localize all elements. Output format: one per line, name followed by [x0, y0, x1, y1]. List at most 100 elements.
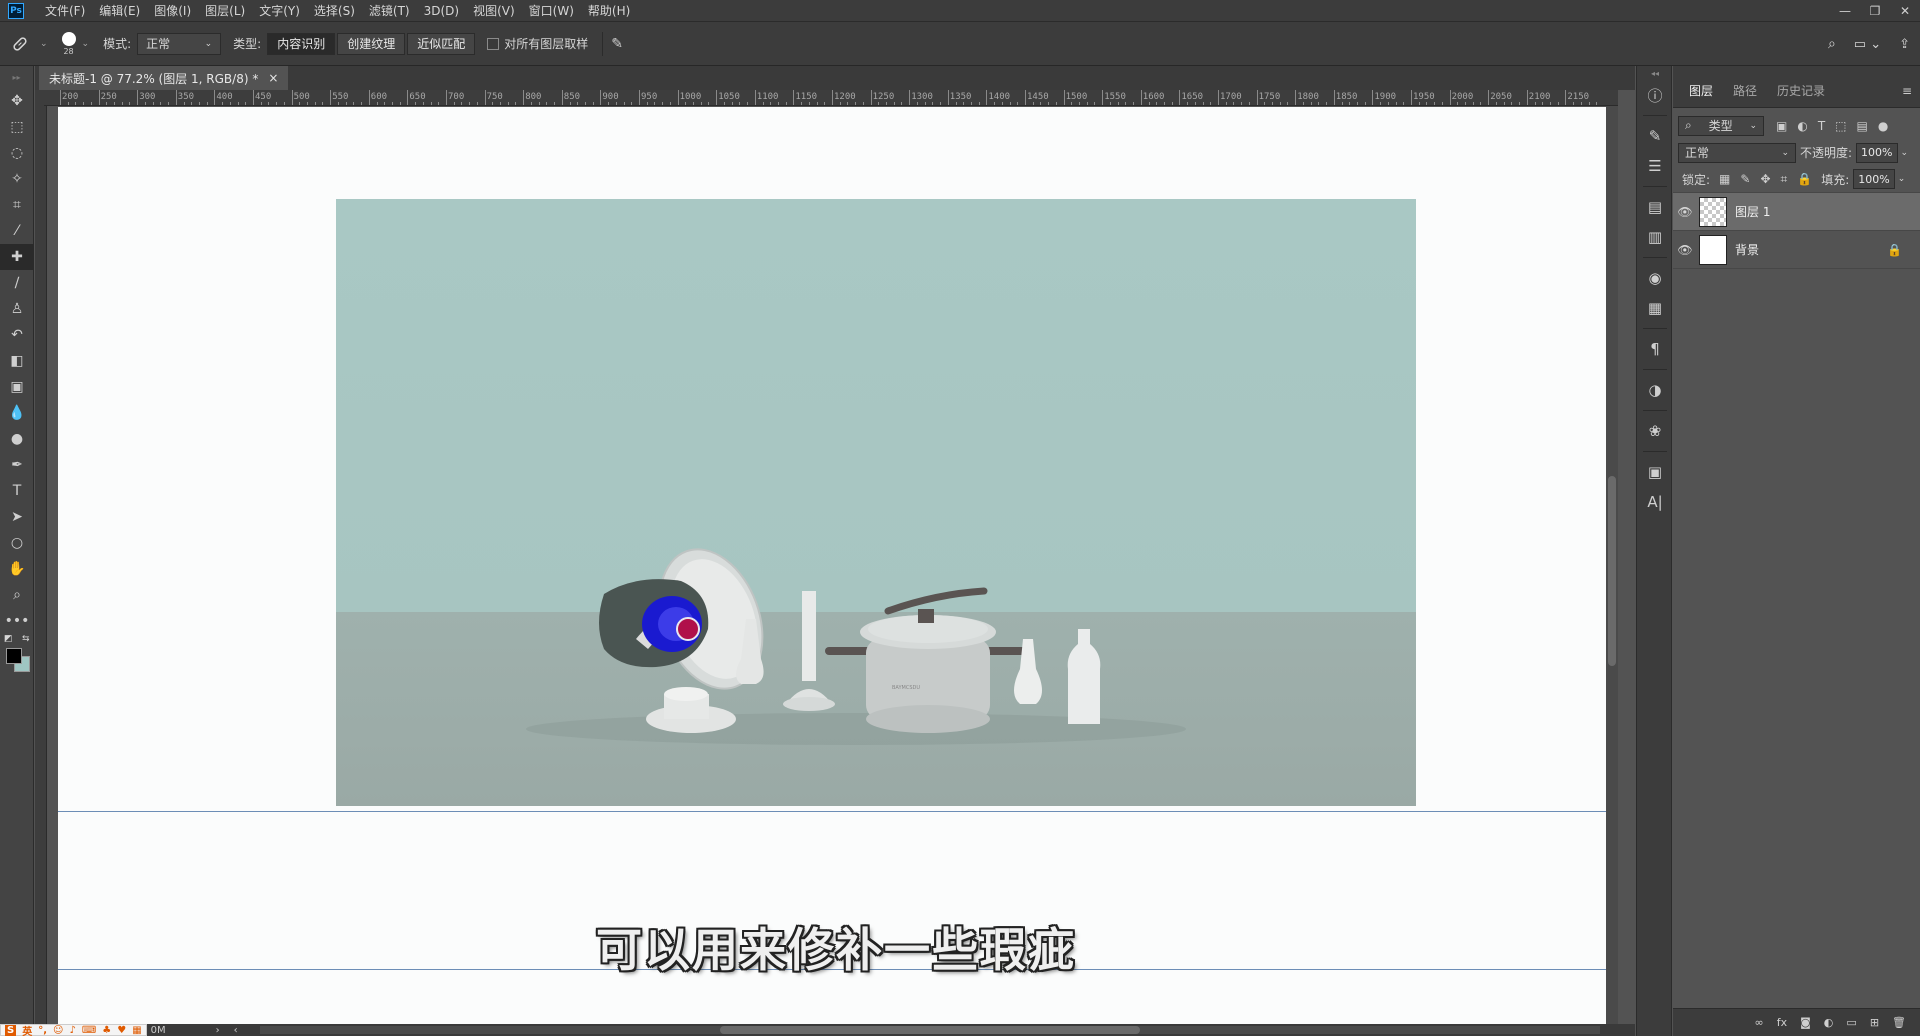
- notes-icon[interactable]: ▥: [1637, 222, 1673, 252]
- emoji-icon[interactable]: ☺: [53, 1025, 63, 1036]
- link-layers-icon[interactable]: ∞: [1755, 1016, 1764, 1029]
- menu-layer[interactable]: 图层(L): [198, 0, 252, 22]
- type-tool-icon[interactable]: T: [0, 478, 34, 504]
- lock-position-icon[interactable]: ✥: [1760, 172, 1770, 186]
- search-icon[interactable]: ⌕: [1828, 36, 1836, 52]
- blur-tool-icon[interactable]: 💧: [0, 400, 34, 426]
- visibility-eye-icon[interactable]: 👁: [1673, 205, 1697, 219]
- clone-source-icon[interactable]: ▤: [1637, 192, 1673, 222]
- brush-settings-icon[interactable]: ✎: [1637, 121, 1673, 151]
- menu-window[interactable]: 窗口(W): [522, 0, 581, 22]
- panel-menu-icon[interactable]: ≡: [1902, 84, 1912, 98]
- fill-dropdown-icon[interactable]: ⌄: [1898, 174, 1906, 184]
- horizontal-ruler[interactable]: 200 250 300 350 400 450 500 550 600 650 700 750 800 8…: [44, 90, 1618, 106]
- punctuation-icon[interactable]: °,: [38, 1025, 47, 1036]
- more-tools-icon[interactable]: •••: [0, 608, 34, 634]
- crop-tool-icon[interactable]: ⌗: [0, 192, 34, 218]
- horizontal-scrollbar-thumb[interactable]: [720, 1026, 1140, 1034]
- menu-type[interactable]: 文字(Y): [252, 0, 307, 22]
- lock-transparency-icon[interactable]: ▦: [1719, 172, 1730, 186]
- eyedropper-tool-icon[interactable]: ⁄: [0, 218, 34, 244]
- workspace-icon[interactable]: ▭ ⌄: [1854, 37, 1881, 52]
- scroll-left-icon[interactable]: ‹: [234, 1025, 238, 1036]
- lock-image-icon[interactable]: ✎: [1740, 172, 1750, 186]
- menu-select[interactable]: 选择(S): [307, 0, 362, 22]
- brush-dropdown-icon[interactable]: ⌄: [82, 39, 90, 49]
- lock-all-icon[interactable]: 🔒: [1797, 172, 1812, 186]
- share-icon[interactable]: ⇪: [1899, 37, 1910, 52]
- tab-history[interactable]: 历史记录: [1767, 82, 1835, 107]
- filter-toggle-icon[interactable]: ●: [1878, 119, 1888, 133]
- new-layer-icon[interactable]: ⊞: [1870, 1016, 1879, 1029]
- menu-image[interactable]: 图像(I): [147, 0, 198, 22]
- pressure-size-icon[interactable]: ✎: [611, 36, 623, 52]
- vertical-ruler[interactable]: [35, 106, 47, 1024]
- mode-select[interactable]: 正常 ⌄: [137, 32, 222, 55]
- filter-type-icon[interactable]: T: [1818, 119, 1825, 133]
- healing-brush-preset-icon[interactable]: [0, 31, 40, 57]
- status-arrow-icon[interactable]: ›: [216, 1025, 220, 1036]
- menu-view[interactable]: 视图(V): [466, 0, 522, 22]
- gradient-tool-icon[interactable]: ▣: [0, 374, 34, 400]
- tab-paths[interactable]: 路径: [1723, 82, 1767, 107]
- visibility-eye-icon[interactable]: 👁: [1673, 243, 1697, 257]
- brush-tool-icon[interactable]: ∕: [0, 270, 34, 296]
- hand-tool-icon[interactable]: ✋: [0, 556, 34, 582]
- properties-icon[interactable]: ▣: [1637, 457, 1673, 487]
- foreground-color-swatch[interactable]: [6, 648, 22, 664]
- marquee-tool-icon[interactable]: ⬚: [0, 114, 34, 140]
- ime-toolbar[interactable]: S 英 °, ☺ ♪ ⌨ ♣ ♥ ▦: [0, 1024, 147, 1036]
- keyboard-icon[interactable]: ⌨: [82, 1025, 96, 1036]
- canvas-area[interactable]: BAYMCSDU 可以用来修补一些瑕疵: [47, 106, 1618, 1024]
- blend-mode-select[interactable]: 正常 ⌄: [1678, 142, 1796, 163]
- info-icon[interactable]: ⓘ: [1637, 80, 1673, 110]
- fill-input[interactable]: 100%: [1853, 169, 1895, 189]
- menu-filter[interactable]: 滤镜(T): [362, 0, 417, 22]
- minimize-button[interactable]: —: [1830, 0, 1860, 22]
- healing-brush-tool-icon[interactable]: ✚: [0, 244, 34, 270]
- brush-size-picker[interactable]: 28: [61, 31, 76, 56]
- document-tab[interactable]: 未标题-1 @ 77.2% (图层 1, RGB/8) * ×: [39, 66, 289, 90]
- sogou-ime-icon[interactable]: S: [5, 1024, 17, 1036]
- adjustment-layer-icon[interactable]: ◐: [1824, 1016, 1834, 1029]
- collapse-arrows-icon[interactable]: ◂◂: [1637, 66, 1673, 80]
- restore-button[interactable]: ❐: [1860, 0, 1890, 22]
- color-wheel-icon[interactable]: ◑: [1637, 375, 1673, 405]
- content-aware-button[interactable]: 内容识别: [267, 32, 336, 55]
- menu-edit[interactable]: 编辑(E): [92, 0, 147, 22]
- filter-pixel-icon[interactable]: ▣: [1776, 119, 1787, 133]
- new-group-icon[interactable]: ▭: [1846, 1016, 1856, 1029]
- add-mask-icon[interactable]: ◙: [1800, 1016, 1811, 1029]
- menu-3d[interactable]: 3D(D): [417, 0, 466, 22]
- ellipse-tool-icon[interactable]: ○: [0, 530, 34, 556]
- proximity-match-button[interactable]: 近似匹配: [407, 32, 476, 55]
- voice-icon[interactable]: ♪: [69, 1025, 75, 1036]
- default-colors-icon[interactable]: ◩: [4, 634, 13, 644]
- close-tab-icon[interactable]: ×: [268, 71, 278, 85]
- move-tool-icon[interactable]: ✥: [0, 88, 34, 114]
- lock-artboard-icon[interactable]: ⌗: [1781, 172, 1788, 187]
- opacity-dropdown-icon[interactable]: ⌄: [1901, 148, 1909, 158]
- layer-filter-select[interactable]: ⌕ 类型 ⌄: [1678, 115, 1764, 136]
- create-texture-button[interactable]: 创建纹理: [337, 32, 406, 55]
- zoom-tool-icon[interactable]: ⌕: [0, 582, 34, 608]
- character-icon[interactable]: A|: [1637, 487, 1673, 517]
- swatches-icon[interactable]: ◉: [1637, 263, 1673, 293]
- preset-dropdown-icon[interactable]: ⌄: [40, 39, 48, 49]
- lasso-tool-icon[interactable]: ◌: [0, 140, 34, 166]
- apps-icon[interactable]: ▦: [132, 1025, 141, 1036]
- pen-tool-icon[interactable]: ✒: [0, 452, 34, 478]
- adjustments-sliders-icon[interactable]: ☰: [1637, 151, 1673, 181]
- magic-wand-tool-icon[interactable]: ✧: [0, 166, 34, 192]
- document-canvas[interactable]: BAYMCSDU 可以用来修补一些瑕疵: [58, 107, 1614, 1024]
- layer-lock-icon[interactable]: 🔒: [1887, 243, 1902, 257]
- vertical-scrollbar-thumb[interactable]: [1608, 476, 1616, 666]
- path-selection-tool-icon[interactable]: ➤: [0, 504, 34, 530]
- horizontal-guide-top[interactable]: [58, 811, 1614, 812]
- filter-shape-icon[interactable]: ⬚: [1835, 119, 1846, 133]
- paragraph-icon[interactable]: ¶: [1637, 334, 1673, 364]
- tab-layers[interactable]: 图层: [1679, 82, 1723, 107]
- layer-name[interactable]: 图层 1: [1735, 203, 1770, 220]
- dodge-tool-icon[interactable]: ●: [0, 426, 34, 452]
- close-button[interactable]: ✕: [1890, 0, 1920, 22]
